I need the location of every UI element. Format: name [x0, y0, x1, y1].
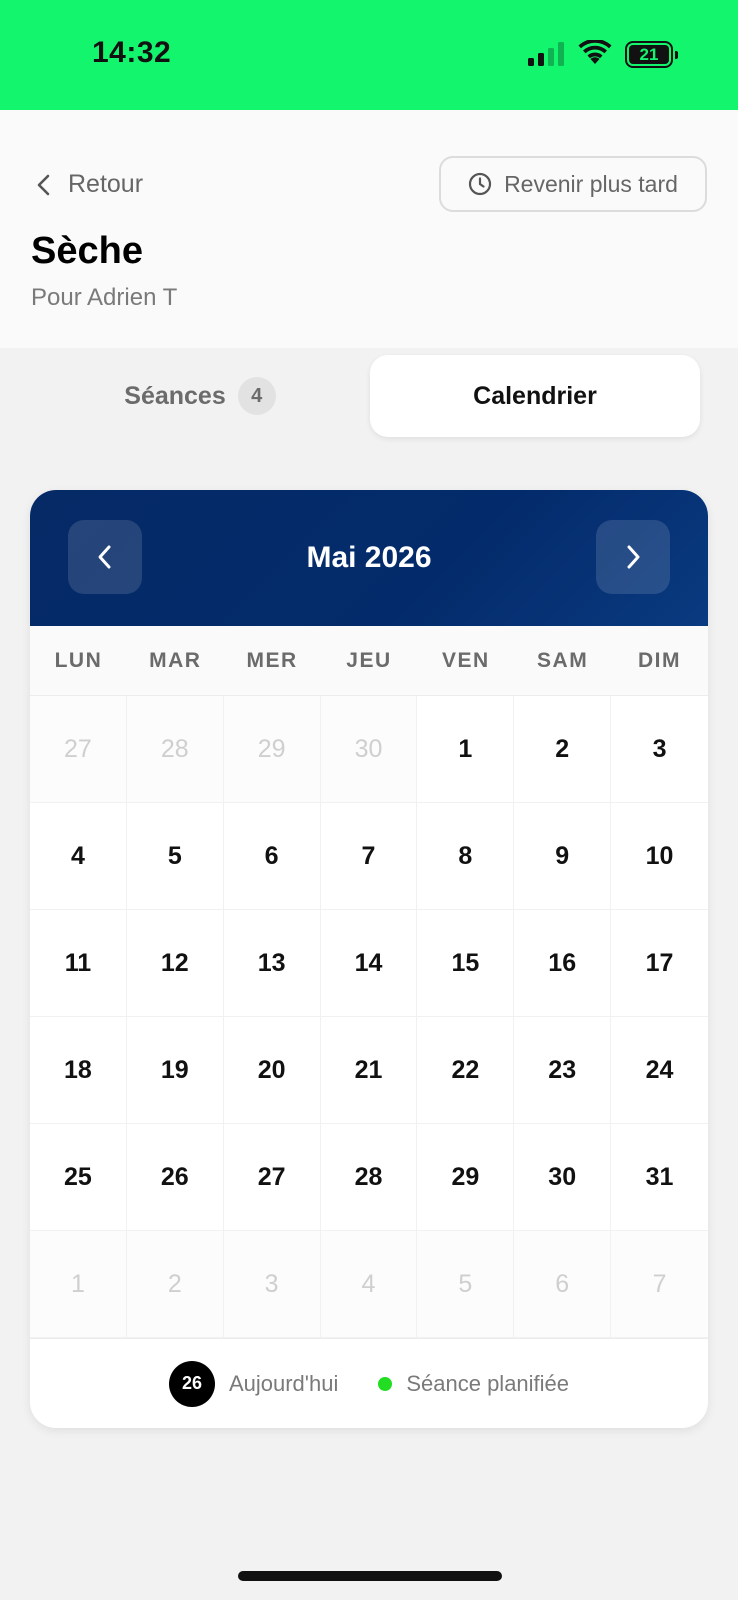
chevron-left-icon — [37, 174, 50, 195]
day-cell[interactable]: 19 — [126, 1017, 224, 1124]
weekday-label: JEU — [346, 648, 392, 672]
page-title: Sèche — [31, 230, 143, 272]
day-cell[interactable]: 9 — [514, 803, 612, 910]
tab-calendar-label: Calendrier — [473, 381, 597, 410]
day-cell[interactable]: 28 — [320, 1124, 418, 1231]
day-cell-outside-month[interactable]: 30 — [320, 696, 418, 803]
day-cell[interactable]: 31 — [611, 1124, 708, 1231]
day-cell[interactable]: 24 — [611, 1017, 708, 1124]
day-cell[interactable]: 30 — [514, 1124, 612, 1231]
day-cell[interactable]: 23 — [514, 1017, 612, 1124]
tab-sessions-label: Séances — [124, 381, 226, 410]
day-cell[interactable]: 20 — [223, 1017, 321, 1124]
day-cell[interactable]: 17 — [611, 910, 708, 1017]
day-cell-outside-month[interactable]: 3 — [223, 1231, 321, 1338]
day-cell-outside-month[interactable]: 5 — [417, 1231, 515, 1338]
day-cell[interactable]: 2 — [514, 696, 612, 803]
clock-icon — [468, 172, 492, 196]
back-label: Retour — [68, 170, 144, 198]
day-cell[interactable]: 29 — [417, 1124, 515, 1231]
day-cell[interactable]: 27 — [223, 1124, 321, 1231]
session-dot-icon — [378, 1376, 393, 1391]
today-marker: 26 — [168, 1360, 215, 1407]
day-cell[interactable]: 3 — [611, 696, 708, 803]
come-back-later-button[interactable]: Revenir plus tard — [439, 156, 707, 212]
day-cell-outside-month[interactable]: 28 — [126, 696, 224, 803]
back-button[interactable]: Retour — [34, 170, 143, 199]
session-legend-label: Séance planifiée — [406, 1370, 570, 1396]
tab-calendar[interactable]: Calendrier — [370, 355, 700, 437]
legend: 26 Aujourd'hui Séance planifiée — [30, 1338, 708, 1428]
day-cell-outside-month[interactable]: 4 — [320, 1231, 418, 1338]
day-cell-outside-month[interactable]: 6 — [514, 1231, 612, 1338]
day-cell-outside-month[interactable]: 29 — [223, 696, 321, 803]
day-cell-outside-month[interactable]: 7 — [611, 1231, 708, 1338]
come-back-later-label: Revenir plus tard — [504, 170, 678, 197]
day-grid: 27 28 29 30 1 2 3 4 5 6 7 8 9 10 11 12 13 14 15 16 17 18 19 20 2… — [30, 696, 708, 1338]
sessions-count-badge: 4 — [237, 377, 276, 415]
weekday-label: SAM — [537, 648, 589, 672]
day-cell[interactable]: 8 — [417, 803, 515, 910]
weekday-row: LUN MAR MER JEU VEN SAM DIM — [30, 626, 708, 696]
battery-level: 21 — [629, 45, 669, 64]
day-cell[interactable]: 11 — [30, 910, 127, 1017]
calendar-header: Mai 2026 — [30, 490, 708, 626]
chevron-left-icon — [98, 545, 111, 569]
signal-icon — [528, 42, 564, 66]
page-subtitle: Pour Adrien T — [31, 284, 178, 311]
wifi-icon — [578, 40, 612, 64]
battery-icon: 21 — [625, 41, 678, 68]
day-cell[interactable]: 16 — [514, 910, 612, 1017]
day-cell[interactable]: 5 — [126, 803, 224, 910]
calendar-card: Mai 2026 LUN MAR MER JEU VEN SAM DIM 27 2… — [30, 490, 708, 1428]
chevron-right-icon — [627, 545, 640, 569]
day-cell[interactable]: 26 — [126, 1124, 224, 1231]
next-month-button[interactable] — [596, 520, 670, 594]
weekday-label: MER — [246, 648, 298, 672]
day-cell[interactable]: 14 — [320, 910, 418, 1017]
previous-month-button[interactable] — [68, 520, 142, 594]
day-cell[interactable]: 6 — [223, 803, 321, 910]
day-cell[interactable]: 1 — [417, 696, 515, 803]
day-cell[interactable]: 4 — [30, 803, 127, 910]
day-cell-outside-month[interactable]: 2 — [126, 1231, 224, 1338]
day-cell[interactable]: 21 — [320, 1017, 418, 1124]
weekday-label: LUN — [54, 648, 103, 672]
status-bar: 14:32 21 — [0, 0, 738, 110]
day-cell[interactable]: 25 — [30, 1124, 127, 1231]
tab-sessions[interactable]: Séances 4 — [40, 355, 360, 437]
day-cell[interactable]: 13 — [223, 910, 321, 1017]
day-cell[interactable]: 15 — [417, 910, 515, 1017]
weekday-label: DIM — [637, 648, 681, 672]
day-cell[interactable]: 22 — [417, 1017, 515, 1124]
battery-tip — [675, 51, 678, 59]
weekday-label: MAR — [149, 648, 202, 672]
status-time: 14:32 — [92, 36, 172, 69]
weekday-label: VEN — [441, 648, 490, 672]
home-indicator — [238, 1571, 502, 1581]
header: Retour Revenir plus tard Sèche Pour Adri… — [0, 110, 738, 348]
today-legend-label: Aujourd'hui — [228, 1370, 339, 1396]
day-cell-outside-month[interactable]: 27 — [30, 696, 127, 803]
day-cell[interactable]: 12 — [126, 910, 224, 1017]
day-cell[interactable]: 18 — [30, 1017, 127, 1124]
day-cell[interactable]: 10 — [611, 803, 708, 910]
day-cell[interactable]: 7 — [320, 803, 418, 910]
day-cell-outside-month[interactable]: 1 — [30, 1231, 127, 1338]
